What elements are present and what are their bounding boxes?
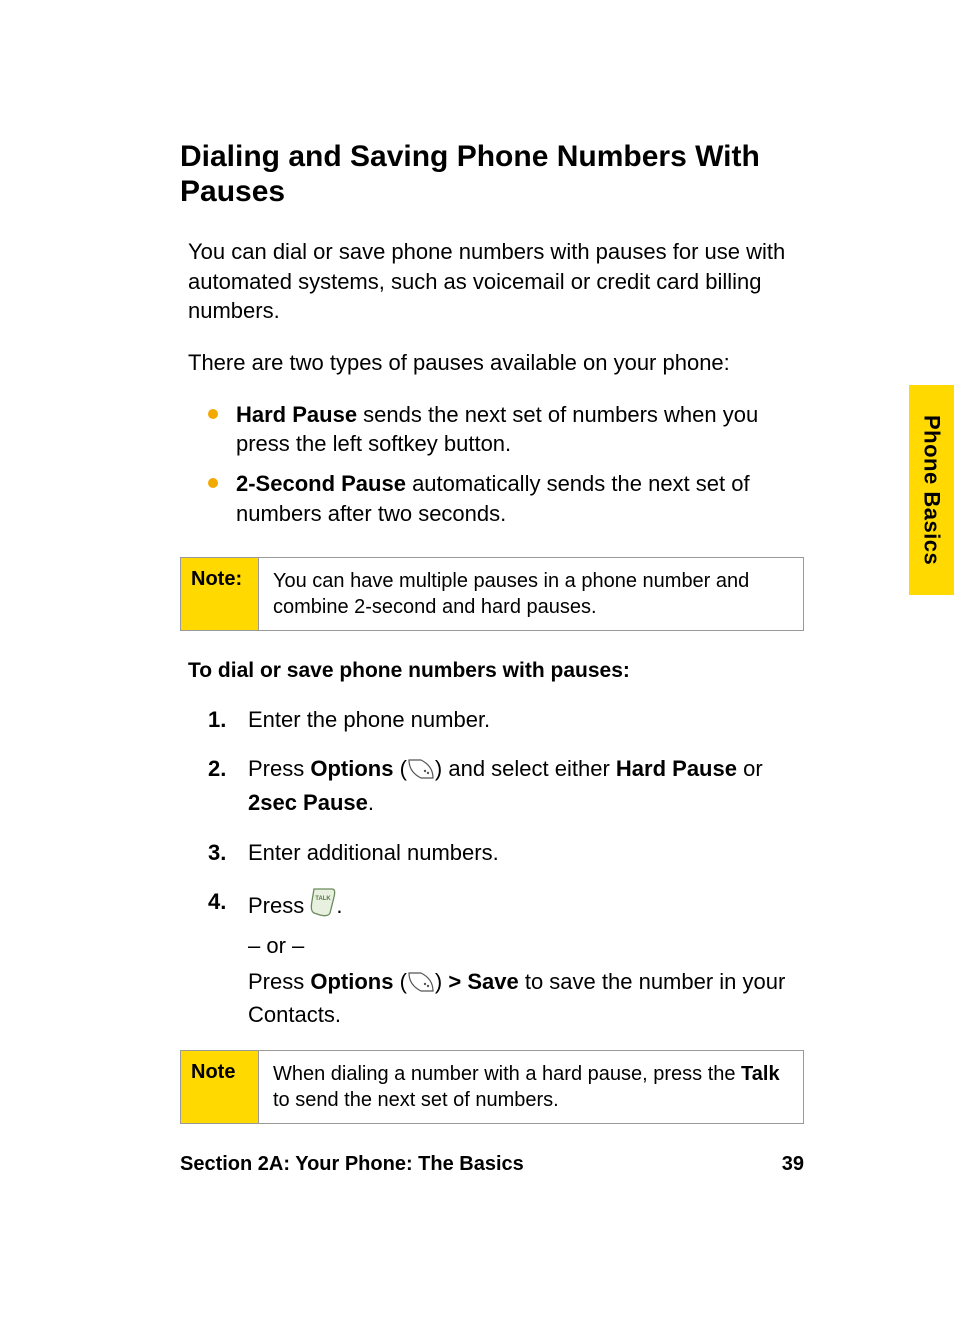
page-footer: Section 2A: Your Phone: The Basics 39	[180, 1153, 804, 1176]
step-2: 2. Press Options ( ) and select either Ha…	[208, 754, 804, 817]
press-word-2: Press	[248, 969, 310, 994]
step-number: 3.	[208, 838, 226, 868]
2sec-pause-word: 2sec Pause	[248, 790, 368, 815]
bullet-bold: 2-Second Pause	[236, 471, 406, 496]
note2-pre: When dialing a number with a hard pause,…	[273, 1063, 741, 1085]
steps-list: 1. Enter the phone number. 2. Press Opti…	[208, 705, 804, 1031]
side-tab-label: Phone Basics	[919, 415, 945, 565]
svg-text:TALK: TALK	[316, 896, 332, 902]
note-content: When dialing a number with a hard pause,…	[259, 1051, 803, 1123]
press-word: Press	[248, 893, 310, 918]
step-3: 3. Enter additional numbers.	[208, 838, 804, 868]
step-number: 1.	[208, 705, 226, 735]
gt-symbol: >	[448, 969, 461, 994]
period: .	[336, 893, 342, 918]
paren-open: (	[393, 756, 406, 781]
intro-paragraph-2: There are two types of pauses available …	[188, 348, 804, 378]
note-label: Note	[181, 1051, 259, 1123]
bullet-hard-pause: Hard Pause sends the next set of numbers…	[208, 400, 804, 459]
footer-section: Section 2A: Your Phone: The Basics	[180, 1153, 524, 1176]
hard-pause-word: Hard Pause	[616, 756, 737, 781]
bullet-2sec-pause: 2-Second Pause automatically sends the n…	[208, 469, 804, 528]
paren-close: ) and select either	[435, 756, 616, 781]
intro-paragraph-1: You can dial or save phone numbers with …	[188, 237, 804, 326]
procedure-heading: To dial or save phone numbers with pause…	[188, 659, 804, 683]
note2-post: to send the next set of numbers.	[273, 1089, 559, 1111]
step-text-pre: Press	[248, 756, 310, 781]
step-text: Enter additional numbers.	[248, 840, 499, 865]
options-word-2: Options	[310, 969, 393, 994]
step-4: 4. Press TALK. – or – Press Options () >…	[208, 887, 804, 1030]
pause-types-list: Hard Pause sends the next set of numbers…	[208, 400, 804, 529]
note-box-2: Note When dialing a number with a hard p…	[180, 1050, 804, 1124]
note-content: You can have multiple pauses in a phone …	[259, 558, 803, 630]
page: Phone Basics Dialing and Saving Phone Nu…	[0, 0, 954, 1336]
paren-open-2: (	[393, 969, 406, 994]
bullet-bold: Hard Pause	[236, 402, 357, 427]
note-box-1: Note: You can have multiple pauses in a …	[180, 557, 804, 631]
step-end: .	[368, 790, 374, 815]
side-tab-phone-basics: Phone Basics	[909, 385, 954, 595]
right-softkey-icon	[407, 758, 435, 788]
or-separator: – or –	[248, 931, 804, 961]
or-word: or	[737, 756, 763, 781]
save-word: Save	[461, 969, 519, 994]
note-label: Note:	[181, 558, 259, 630]
step-1: 1. Enter the phone number.	[208, 705, 804, 735]
step-number: 4.	[208, 887, 226, 917]
page-heading: Dialing and Saving Phone Numbers With Pa…	[180, 140, 804, 209]
options-word: Options	[310, 756, 393, 781]
paren-close-2: )	[435, 969, 448, 994]
step-number: 2.	[208, 754, 226, 784]
step-4-alt: Press Options () > Save to save the numb…	[248, 967, 804, 1030]
talk-key-icon: TALK	[310, 887, 336, 925]
right-softkey-icon	[407, 971, 435, 1001]
talk-word: Talk	[741, 1063, 780, 1085]
step-text: Enter the phone number.	[248, 707, 490, 732]
footer-page-number: 39	[782, 1153, 804, 1176]
